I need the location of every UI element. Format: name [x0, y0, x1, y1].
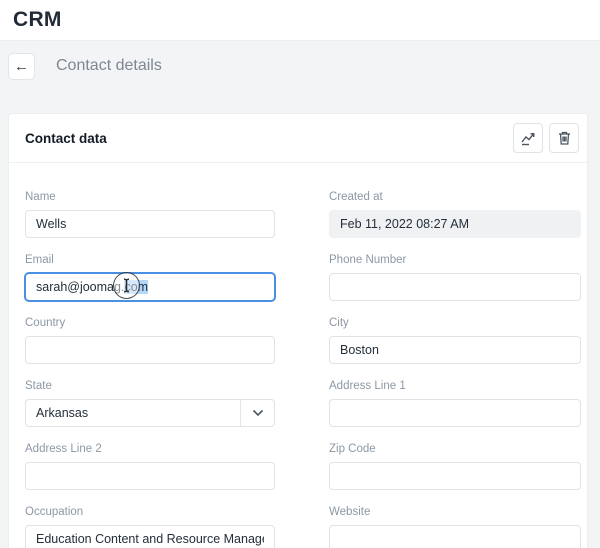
email-input[interactable]: sarah@joomag.com [25, 273, 275, 301]
field-created-at: Created at Feb 11, 2022 08:27 AM [329, 191, 581, 238]
state-select-arrow [240, 400, 274, 426]
country-label: Country [25, 317, 275, 329]
stats-button[interactable] [513, 123, 543, 153]
contact-data-card: Contact data Name Created at Fe [8, 113, 588, 548]
back-button[interactable]: ← [8, 53, 35, 80]
contact-form: Name Created at Feb 11, 2022 08:27 AM Em… [9, 163, 587, 548]
country-input[interactable] [25, 336, 275, 364]
state-selected-value: Arkansas [26, 406, 88, 420]
address2-input[interactable] [25, 462, 275, 490]
field-email: Email sarah@joomag.com [25, 254, 275, 301]
state-select[interactable]: Arkansas [25, 399, 275, 427]
email-text: sarah@joomag.com [36, 280, 148, 294]
address1-input[interactable] [329, 399, 581, 427]
field-occupation: Occupation [25, 506, 275, 548]
brand-logo: CRM [13, 8, 62, 32]
city-input[interactable] [329, 336, 581, 364]
chevron-down-icon [252, 409, 264, 417]
email-text-selection: com [124, 280, 148, 294]
field-state: State Arkansas [25, 380, 275, 427]
card-header: Contact data [9, 114, 587, 163]
page-header: ← Contact details [0, 41, 600, 91]
top-bar: CRM [0, 0, 600, 41]
field-name: Name [25, 191, 275, 238]
page-title: Contact details [56, 57, 162, 75]
created-at-text: Feb 11, 2022 08:27 AM [340, 217, 469, 231]
phone-input[interactable] [329, 273, 581, 301]
field-phone: Phone Number [329, 254, 581, 301]
name-input[interactable] [25, 210, 275, 238]
card-title: Contact data [25, 131, 507, 146]
field-city: City [329, 317, 581, 364]
created-at-label: Created at [329, 191, 581, 203]
back-arrow-icon: ← [14, 59, 29, 74]
address2-label: Address Line 2 [25, 443, 275, 455]
website-label: Website [329, 506, 581, 518]
zip-label: Zip Code [329, 443, 581, 455]
field-country: Country [25, 317, 275, 364]
phone-label: Phone Number [329, 254, 581, 266]
occupation-label: Occupation [25, 506, 275, 518]
trash-icon [557, 130, 572, 146]
field-address1: Address Line 1 [329, 380, 581, 427]
state-label: State [25, 380, 275, 392]
field-address2: Address Line 2 [25, 443, 275, 490]
field-website: Website [329, 506, 581, 548]
stats-chart-icon [520, 130, 536, 146]
email-label: Email [25, 254, 275, 266]
name-label: Name [25, 191, 275, 203]
address1-label: Address Line 1 [329, 380, 581, 392]
city-label: City [329, 317, 581, 329]
website-input[interactable] [329, 525, 581, 548]
occupation-input[interactable] [25, 525, 275, 548]
zip-input[interactable] [329, 462, 581, 490]
field-zip: Zip Code [329, 443, 581, 490]
delete-button[interactable] [549, 123, 579, 153]
created-at-value: Feb 11, 2022 08:27 AM [329, 210, 581, 238]
